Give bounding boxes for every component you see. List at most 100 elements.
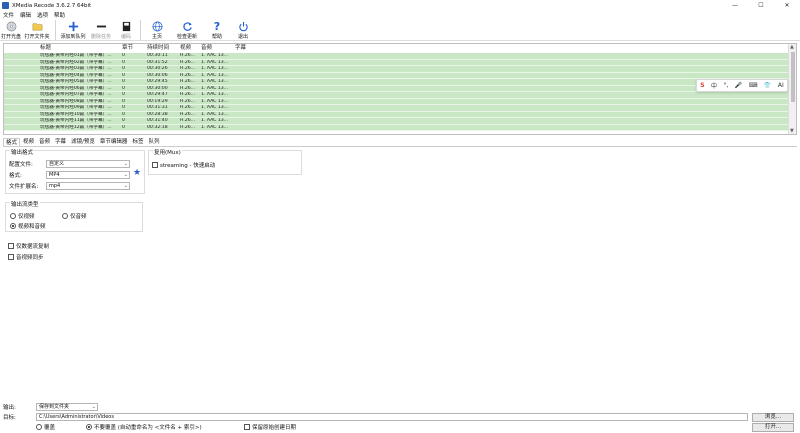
question-icon: ? xyxy=(213,19,221,33)
open-folder-button[interactable]: 打开文件夹 xyxy=(22,19,52,41)
profile-value: 自定义 xyxy=(49,161,65,167)
tab-queue[interactable]: 队列 xyxy=(146,138,161,146)
scroll-up-icon[interactable]: ▲ xyxy=(790,44,794,50)
streaming-checkbox[interactable]: streaming - 快速启动 xyxy=(152,161,215,169)
sogou-logo-icon[interactable]: S xyxy=(700,82,704,89)
globe-icon xyxy=(151,20,163,32)
menu-help[interactable]: 帮助 xyxy=(51,11,68,19)
table-cell: 1. AAC 13... xyxy=(201,124,229,130)
no-overwrite-radio[interactable]: 不要覆盖 (自动重命名为 <文件名 + 索引>) xyxy=(86,423,202,431)
stream-type-group: 输出流类型 仅视频 仅音频 视频和音频 xyxy=(5,202,143,232)
column-subtitle[interactable]: 字幕 xyxy=(235,44,246,52)
maximize-button[interactable]: ☐ xyxy=(748,0,774,11)
radio-circle[interactable] xyxy=(10,213,16,219)
encode-label: 编码 xyxy=(120,34,131,40)
output-format-group: 输出格式 配置文件: 自定义 ⌄ 格式: MP4 ⌄ ★ 文件扩展名: mp4 … xyxy=(5,150,145,194)
extension-label: 文件扩展名: xyxy=(9,184,39,190)
ime-punctuation-icon[interactable]: °, xyxy=(723,82,728,89)
video-only-label: 仅视频 xyxy=(18,214,35,220)
output-panel: 输出: 保存到文件夹 ⌄ 目标: C:\Users\Administrator\… xyxy=(0,400,800,433)
ime-skin-icon[interactable]: 👕 xyxy=(764,82,771,89)
encode-icon xyxy=(120,20,132,32)
checkbox-box[interactable] xyxy=(8,243,14,249)
menu-edit[interactable]: 编辑 xyxy=(17,11,34,19)
tab-audio[interactable]: 音频 xyxy=(37,138,52,146)
table-cell: H.26... xyxy=(180,124,196,130)
column-title[interactable]: 标题 xyxy=(40,44,51,52)
toolbar: 打开光盘 打开文件夹 添加到队列 删除任务 编码 主页 检查更新 ? 帮助 退出 xyxy=(0,19,800,41)
check-update-label: 检查更新 xyxy=(176,34,197,40)
exit-button[interactable]: 退出 xyxy=(230,19,256,41)
menu-bar: 文件 编辑 选项 帮助 xyxy=(0,11,800,19)
vertical-scrollbar[interactable]: ▲ ▼ xyxy=(788,44,796,134)
favorite-star-icon[interactable]: ★ xyxy=(133,168,141,178)
checkbox-box[interactable] xyxy=(152,162,158,168)
tab-filters-preview[interactable]: 滤镜/预览 xyxy=(69,138,97,146)
extension-select[interactable]: mp4 ⌄ xyxy=(46,182,130,190)
plus-icon xyxy=(67,20,79,32)
power-icon xyxy=(237,20,249,32)
checkbox-box[interactable] xyxy=(244,424,250,430)
overwrite-radio[interactable]: 覆盖 xyxy=(36,423,55,431)
ime-chinese-mode-icon[interactable]: 中 xyxy=(711,81,717,90)
column-audio[interactable]: 音频 xyxy=(201,44,212,52)
audio-only-label: 仅音频 xyxy=(70,214,87,220)
scroll-thumb[interactable] xyxy=(791,52,795,102)
audio-only-radio[interactable]: 仅音频 xyxy=(62,212,87,220)
output-select[interactable]: 保存到文件夹 ⌄ xyxy=(36,403,98,411)
ime-microphone-icon[interactable]: 🎤 xyxy=(735,82,742,89)
minus-icon xyxy=(95,20,107,32)
toolbar-separator xyxy=(55,20,56,40)
column-video[interactable]: 视频 xyxy=(180,44,191,52)
tab-format[interactable]: 格式 xyxy=(3,138,21,146)
remove-job-button[interactable]: 删除任务 xyxy=(87,19,115,41)
profile-select[interactable]: 自定义 ⌄ xyxy=(46,160,130,168)
menu-file[interactable]: 文件 xyxy=(0,11,17,19)
tab-tags[interactable]: 标签 xyxy=(130,138,145,146)
browse-button[interactable]: 浏览... xyxy=(752,413,794,422)
tab-video[interactable]: 视频 xyxy=(21,138,36,146)
tab-chapter-editor[interactable]: 章节编辑器 xyxy=(98,138,130,146)
output-value: 保存到文件夹 xyxy=(39,404,70,410)
video-audio-radio[interactable]: 视频和音频 xyxy=(10,222,46,230)
title-bar: XMedia Recode 3.6.2.7 64bit — ☐ ✕ xyxy=(0,0,800,11)
list-rows: 玩毯器-黄帝内经01篇（带字幕）... 0 00:30:11 H.26... 1. AA… xyxy=(4,53,789,131)
refresh-icon xyxy=(181,20,193,32)
open-folder-label: 打开文件夹 xyxy=(24,34,50,40)
help-button[interactable]: ? 帮助 xyxy=(204,19,230,41)
ime-ai-icon[interactable]: AI xyxy=(778,82,784,89)
encode-button[interactable]: 编码 xyxy=(115,19,137,41)
minimize-button[interactable]: — xyxy=(722,0,748,11)
checkbox-box[interactable] xyxy=(8,254,14,260)
table-row[interactable]: 玩毯器-黄帝内经12篇（带字幕）... 0 00:32:18 H.26... 1. AA… xyxy=(4,124,789,131)
format-value: MP4 xyxy=(49,172,60,178)
copy-data-checkbox[interactable]: 仅数据流复制 xyxy=(8,242,49,250)
menu-options[interactable]: 选项 xyxy=(34,11,51,19)
radio-circle[interactable] xyxy=(36,424,42,430)
open-button[interactable]: 打开... xyxy=(752,423,794,432)
ime-keyboard-icon[interactable]: ⌨ xyxy=(749,82,758,89)
close-button[interactable]: ✕ xyxy=(774,0,800,11)
add-to-queue-button[interactable]: 添加到队列 xyxy=(59,19,87,41)
home-button[interactable]: 主页 xyxy=(144,19,170,41)
target-label: 目标: xyxy=(3,415,16,421)
format-select[interactable]: MP4 ⌄ xyxy=(46,171,130,179)
column-duration[interactable]: 持续时间 xyxy=(147,44,169,52)
file-list[interactable]: 标题 章节 持续时间 视频 音频 字幕 玩毯器-黄帝内经01篇（带字幕）... 0… xyxy=(3,43,797,135)
radio-circle[interactable] xyxy=(62,213,68,219)
format-label: 格式: xyxy=(9,173,22,179)
scroll-down-icon[interactable]: ▼ xyxy=(790,128,794,134)
video-audio-label: 视频和音频 xyxy=(18,224,46,230)
tab-subtitles[interactable]: 字幕 xyxy=(53,138,68,146)
radio-circle-selected[interactable] xyxy=(86,424,92,430)
video-only-radio[interactable]: 仅视频 xyxy=(10,212,35,220)
open-disc-button[interactable]: 打开光盘 xyxy=(0,19,22,41)
check-update-button[interactable]: 检查更新 xyxy=(170,19,204,41)
sync-checkbox[interactable]: 音视频同步 xyxy=(8,253,44,261)
keep-date-checkbox[interactable]: 保留原始创建日期 xyxy=(244,423,296,431)
target-path-input[interactable]: C:\Users\Administrator\Videos xyxy=(36,413,748,421)
column-chapters[interactable]: 章节 xyxy=(122,44,133,52)
chevron-down-icon: ⌄ xyxy=(123,183,128,189)
radio-circle-selected[interactable] xyxy=(10,223,16,229)
chevron-down-icon: ⌄ xyxy=(91,404,96,410)
